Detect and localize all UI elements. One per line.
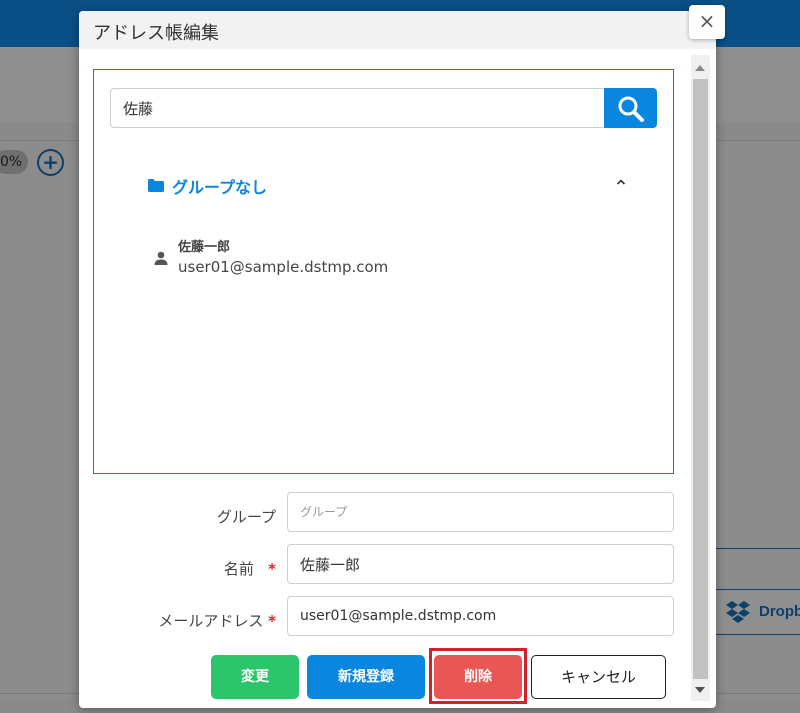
required-mark: * <box>268 612 276 630</box>
required-mark: * <box>268 560 276 578</box>
search-icon <box>618 96 644 122</box>
contact-list-item[interactable]: 佐藤一郎 user01@sample.dstmp.com <box>154 236 554 280</box>
email-input[interactable] <box>287 596 674 636</box>
delete-button[interactable]: 削除 <box>434 655 522 699</box>
scroll-up-arrow-icon[interactable] <box>695 65 705 71</box>
close-button[interactable]: × <box>689 5 725 39</box>
dropbox-label: Dropb <box>759 603 800 620</box>
name-label: 名前 * <box>223 560 276 578</box>
group-header-no-group[interactable]: グループなし <box>148 172 638 200</box>
chevron-up-icon[interactable] <box>616 178 626 186</box>
zoom-level: 0% <box>0 150 29 174</box>
search-button[interactable] <box>604 88 657 128</box>
email-label: メールアドレス * <box>158 612 276 630</box>
dialog-scrollbar[interactable] <box>691 55 710 701</box>
contact-list-panel: グループなし 佐藤一郎 user01@sample.dstmp.com <box>93 69 674 474</box>
group-label: グループ <box>216 508 276 526</box>
change-button[interactable]: 変更 <box>211 655 299 699</box>
folder-icon <box>148 179 164 192</box>
zoom-in-button[interactable]: + <box>37 149 64 176</box>
search-input[interactable] <box>110 88 604 128</box>
dropbox-icon <box>726 601 750 623</box>
scroll-down-arrow-icon[interactable] <box>695 687 705 693</box>
cancel-button[interactable]: キャンセル <box>531 655 666 699</box>
dialog-header: アドレス帳編集 <box>79 11 716 49</box>
contact-email: user01@sample.dstmp.com <box>178 258 389 276</box>
group-input[interactable] <box>287 492 674 532</box>
group-name: グループなし <box>172 178 268 197</box>
dropbox-button[interactable]: Dropb <box>714 589 800 635</box>
contact-name: 佐藤一郎 <box>178 240 231 255</box>
scroll-thumb[interactable] <box>693 79 708 679</box>
name-input[interactable] <box>287 544 674 584</box>
divider <box>714 548 800 549</box>
dialog-title: アドレス帳編集 <box>93 23 219 44</box>
person-icon <box>154 251 168 265</box>
address-book-edit-dialog: アドレス帳編集 グループなし 佐藤一郎 user01@sample <box>79 11 716 708</box>
new-register-button[interactable]: 新規登録 <box>307 655 425 699</box>
